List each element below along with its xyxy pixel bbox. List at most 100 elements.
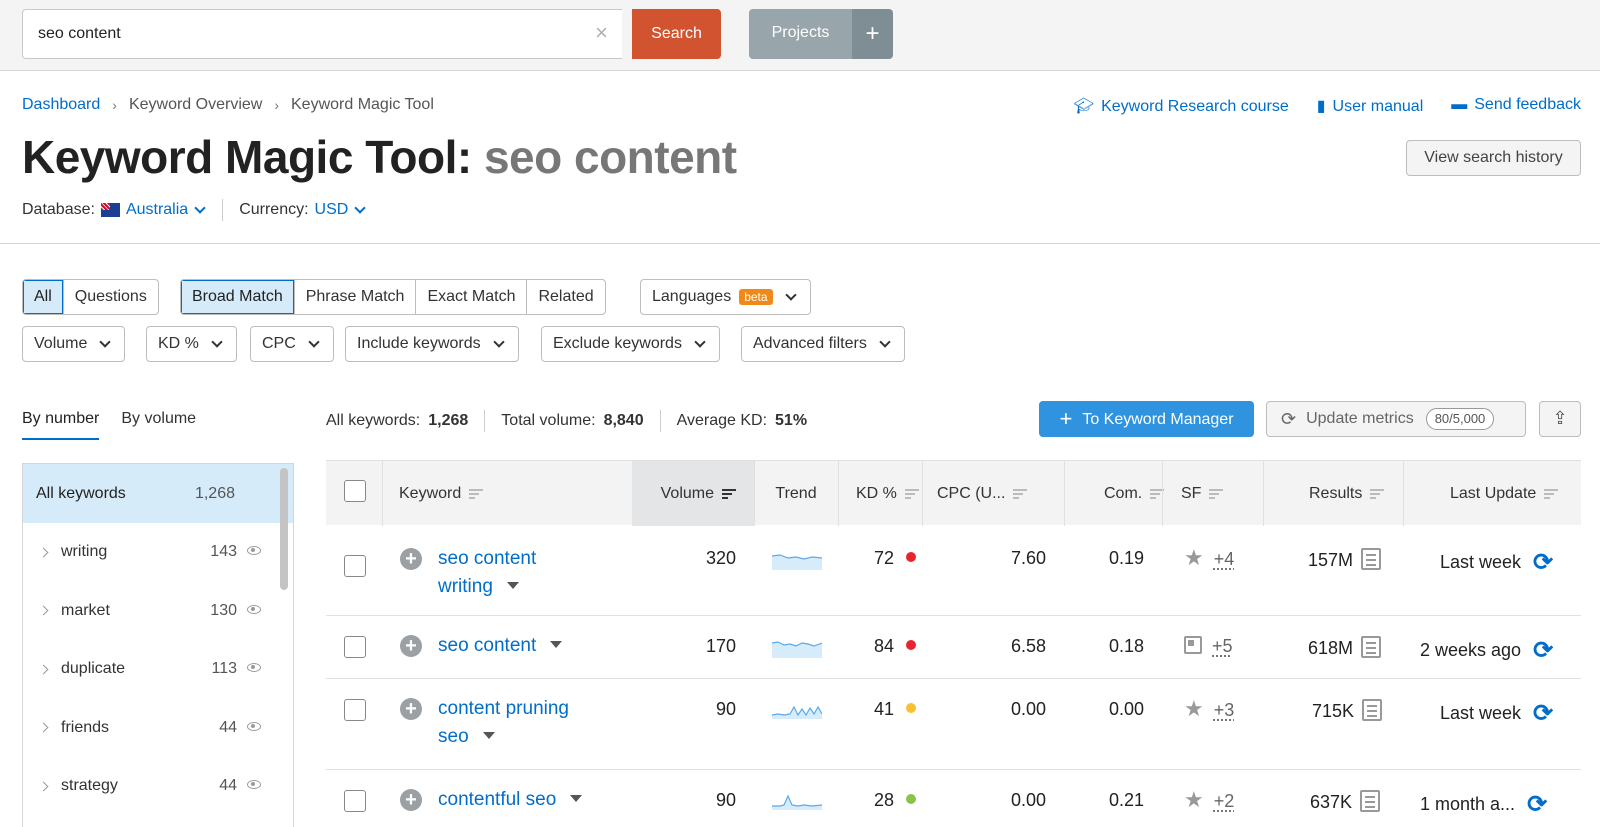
select-all-checkbox[interactable] xyxy=(344,480,366,502)
tab-by-volume[interactable]: By volume xyxy=(121,410,196,440)
view-search-history-button[interactable]: View search history xyxy=(1406,140,1581,176)
add-keyword-icon[interactable]: + xyxy=(400,548,422,570)
refresh-icon[interactable]: ⟳ xyxy=(1533,637,1553,664)
cpc-filter-dropdown[interactable]: CPC xyxy=(250,326,334,362)
breadcrumb-keyword-overview[interactable]: Keyword Overview xyxy=(129,96,262,114)
currency-dropdown[interactable]: USD xyxy=(315,201,349,219)
keyword-link[interactable]: content pruning seo xyxy=(438,695,608,751)
group-item[interactable]: writing 143 xyxy=(23,523,293,582)
chevron-down-icon xyxy=(493,336,504,347)
search-button[interactable]: Search xyxy=(632,9,721,59)
group-item[interactable]: duplicate 113 xyxy=(23,640,293,699)
table-row: + seo content writing 320 72 7.60 0.19 ★ +… xyxy=(326,525,1581,616)
column-cpc[interactable]: CPC (U... xyxy=(937,461,1027,526)
tab-by-number[interactable]: By number xyxy=(22,410,99,440)
eye-icon[interactable] xyxy=(247,663,261,672)
add-keyword-icon[interactable]: + xyxy=(400,789,422,811)
group-all-keywords[interactable]: All keywords 1,268 xyxy=(23,464,293,523)
tab-all[interactable]: All xyxy=(23,280,64,314)
cpc-value: 0.00 xyxy=(966,790,1046,811)
star-icon: ★ xyxy=(1184,696,1204,721)
kd-filter-dropdown[interactable]: KD % xyxy=(146,326,237,362)
keyword-research-course-link[interactable]: 🎓︎ Keyword Research course xyxy=(1074,96,1289,116)
exclude-keywords-dropdown[interactable]: Exclude keywords xyxy=(541,326,720,362)
serp-icon[interactable] xyxy=(1362,699,1382,721)
breadcrumb-dashboard[interactable]: Dashboard xyxy=(22,96,100,114)
refresh-icon[interactable]: ⟳ xyxy=(1533,549,1553,576)
row-checkbox[interactable] xyxy=(344,555,366,577)
eye-icon[interactable] xyxy=(247,722,261,731)
column-kd[interactable]: KD % xyxy=(856,461,919,526)
column-volume[interactable]: Volume xyxy=(632,461,754,526)
eye-icon[interactable] xyxy=(247,780,261,789)
serp-icon[interactable] xyxy=(1361,636,1381,658)
last-update-cell: 2 weeks ago ⟳ xyxy=(1420,636,1553,665)
group-item[interactable]: strategy 44 xyxy=(23,757,293,816)
sf-more-link[interactable]: +5 xyxy=(1212,636,1233,656)
keyword-link[interactable]: seo content writing xyxy=(438,545,608,601)
keyword-link[interactable]: seo content xyxy=(438,632,608,660)
sf-more-link[interactable]: +3 xyxy=(1214,700,1235,720)
caret-down-icon xyxy=(570,795,582,802)
groups-scrollbar[interactable] xyxy=(280,468,288,590)
refresh-icon: ⟳ xyxy=(1281,402,1296,436)
results-cell: 618M xyxy=(1308,636,1381,659)
advanced-filters-dropdown[interactable]: Advanced filters xyxy=(741,326,905,362)
search-input[interactable]: seo content × xyxy=(22,9,622,59)
tab-phrase-match[interactable]: Phrase Match xyxy=(295,280,417,314)
tab-questions[interactable]: Questions xyxy=(64,280,158,314)
user-manual-link[interactable]: ▮ User manual xyxy=(1317,96,1424,116)
eye-icon[interactable] xyxy=(247,546,261,555)
column-results[interactable]: Results xyxy=(1309,461,1384,526)
chevron-down-icon[interactable] xyxy=(355,202,366,213)
languages-dropdown[interactable]: Languages beta xyxy=(640,279,811,315)
total-volume: 8,840 xyxy=(604,412,644,430)
chevron-right-icon[interactable] xyxy=(39,664,49,674)
keyword-link[interactable]: contentful seo xyxy=(438,786,638,814)
column-last-update[interactable]: Last Update xyxy=(1450,461,1558,526)
book-icon: ▮ xyxy=(1317,96,1326,116)
trend-sparkline xyxy=(772,792,822,810)
tab-exact-match[interactable]: Exact Match xyxy=(416,280,527,314)
volume-filter-dropdown[interactable]: Volume xyxy=(22,326,125,362)
row-checkbox[interactable] xyxy=(344,636,366,658)
column-sf[interactable]: SF xyxy=(1181,461,1223,526)
serp-icon[interactable] xyxy=(1360,790,1380,812)
chevron-right-icon[interactable] xyxy=(39,547,49,557)
refresh-icon[interactable]: ⟳ xyxy=(1533,700,1553,727)
eye-icon[interactable] xyxy=(247,605,261,614)
star-icon: ★ xyxy=(1184,787,1204,812)
serp-icon[interactable] xyxy=(1361,548,1381,570)
add-keyword-icon[interactable]: + xyxy=(400,698,422,720)
add-keyword-icon[interactable]: + xyxy=(400,635,422,657)
tab-related[interactable]: Related xyxy=(527,280,604,314)
chevron-right-icon[interactable] xyxy=(39,606,49,616)
sf-more-link[interactable]: +2 xyxy=(1214,791,1235,811)
to-keyword-manager-button[interactable]: + To Keyword Manager xyxy=(1039,401,1254,437)
export-button[interactable]: ⇪ xyxy=(1539,401,1581,437)
page-title-query: seo content xyxy=(484,131,737,183)
sf-more-link[interactable]: +4 xyxy=(1214,549,1235,569)
column-com[interactable]: Com. xyxy=(1104,461,1164,526)
chevron-right-icon[interactable] xyxy=(39,723,49,733)
column-keyword[interactable]: Keyword xyxy=(399,461,483,526)
results-cell: 157M xyxy=(1308,548,1381,571)
tab-broad-match[interactable]: Broad Match xyxy=(181,280,295,314)
database-dropdown[interactable]: Australia xyxy=(126,201,188,219)
include-keywords-dropdown[interactable]: Include keywords xyxy=(345,326,519,362)
group-item[interactable]: market 130 xyxy=(23,582,293,641)
chevron-down-icon[interactable] xyxy=(195,202,206,213)
row-checkbox[interactable] xyxy=(344,790,366,812)
clear-icon[interactable]: × xyxy=(595,22,608,44)
group-item[interactable]: friends 44 xyxy=(23,699,293,758)
refresh-icon[interactable]: ⟳ xyxy=(1527,791,1547,818)
update-metrics-button[interactable]: ⟳ Update metrics 80/5,000 xyxy=(1266,401,1526,437)
volume-value: 90 xyxy=(632,699,736,720)
caret-down-icon xyxy=(550,641,562,648)
projects-button[interactable]: Projects xyxy=(749,9,852,59)
add-project-button[interactable]: + xyxy=(852,9,893,59)
send-feedback-link[interactable]: ▬ Send feedback xyxy=(1451,96,1581,116)
chevron-right-icon[interactable] xyxy=(39,781,49,791)
search-input-value[interactable]: seo content xyxy=(38,25,121,43)
row-checkbox[interactable] xyxy=(344,699,366,721)
